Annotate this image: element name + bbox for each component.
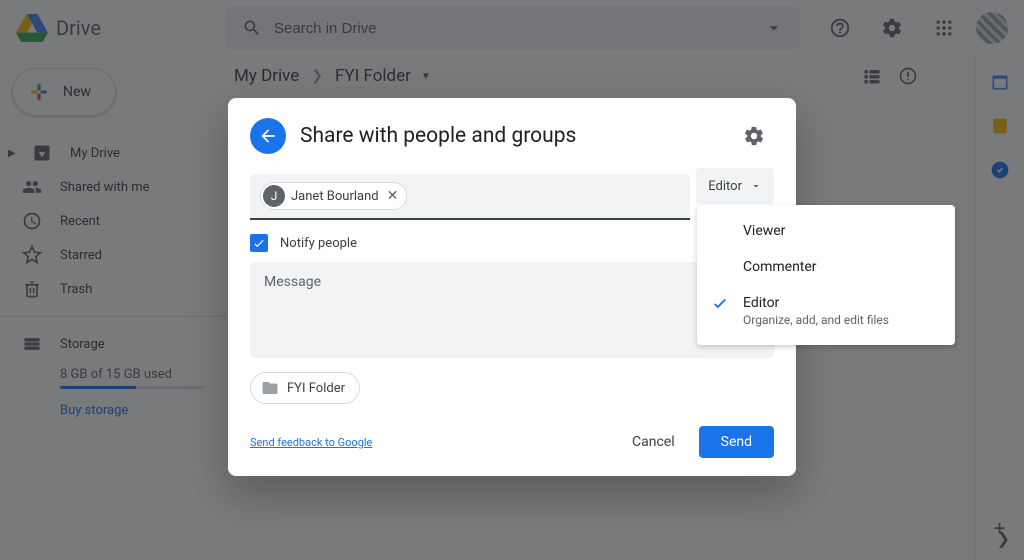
role-menu: Viewer Commenter Editor Organize, add, a… bbox=[697, 205, 955, 345]
chevron-down-icon bbox=[750, 180, 762, 192]
notify-row: Notify people bbox=[250, 220, 774, 262]
back-button[interactable] bbox=[250, 118, 286, 154]
message-input[interactable]: Message bbox=[250, 262, 774, 358]
role-option-label: Commenter bbox=[743, 259, 817, 275]
dialog-title: Share with people and groups bbox=[300, 124, 576, 148]
role-option-label: Viewer bbox=[743, 223, 785, 239]
chip-name: Janet Bourland bbox=[291, 189, 379, 204]
message-placeholder: Message bbox=[264, 274, 321, 290]
role-option-commenter[interactable]: Commenter bbox=[697, 249, 955, 285]
role-option-viewer[interactable]: Viewer bbox=[697, 213, 955, 249]
check-icon bbox=[252, 236, 266, 250]
folder-icon bbox=[261, 379, 279, 397]
role-dropdown-label: Editor bbox=[708, 179, 742, 194]
send-button[interactable]: Send bbox=[699, 426, 774, 458]
role-option-label: Editor bbox=[743, 295, 779, 311]
cancel-button[interactable]: Cancel bbox=[620, 426, 687, 458]
feedback-link[interactable]: Send feedback to Google bbox=[250, 436, 372, 449]
people-input-field[interactable]: J Janet Bourland ✕ bbox=[250, 174, 690, 220]
check-icon bbox=[711, 295, 729, 313]
notify-checkbox[interactable] bbox=[250, 234, 268, 252]
shared-folder-chip: FYI Folder bbox=[250, 372, 360, 404]
role-dropdown-button[interactable]: Editor bbox=[696, 168, 774, 204]
role-option-desc: Organize, add, and edit files bbox=[743, 313, 937, 327]
arrow-left-icon bbox=[258, 126, 278, 146]
chip-avatar: J bbox=[263, 185, 285, 207]
share-settings-button[interactable] bbox=[734, 116, 774, 156]
person-chip[interactable]: J Janet Bourland ✕ bbox=[260, 182, 407, 210]
folder-name: FYI Folder bbox=[287, 381, 345, 396]
notify-label: Notify people bbox=[280, 236, 357, 251]
role-option-editor[interactable]: Editor Organize, add, and edit files bbox=[697, 285, 955, 337]
chip-remove-icon[interactable]: ✕ bbox=[385, 188, 401, 204]
gear-icon bbox=[743, 125, 765, 147]
